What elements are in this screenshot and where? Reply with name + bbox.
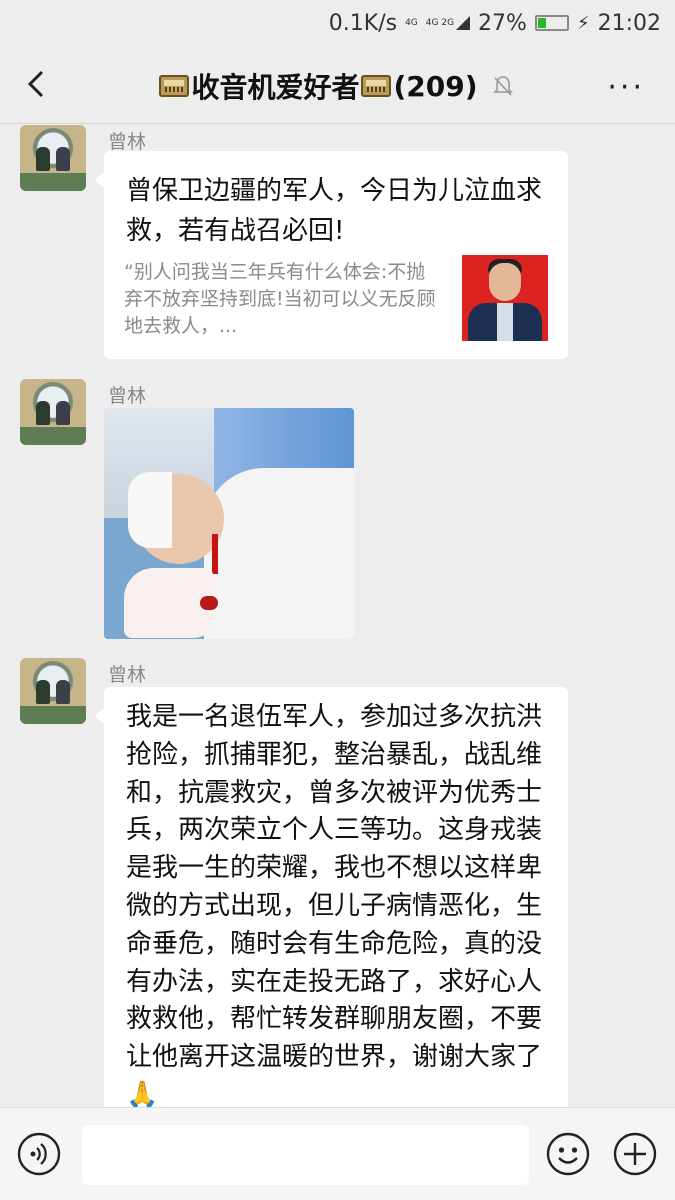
sender-name: 曾林: [108, 131, 147, 153]
signal-bars-icon: [456, 16, 471, 30]
message-item: 曾林 曾保卫边疆的军人，今日为儿泣血求救，若有战召必回! “别人问我当三年兵有什…: [0, 125, 675, 365]
link-title: 曾保卫边疆的军人，今日为儿泣血求救，若有战召必回!: [126, 176, 543, 246]
network-speed: 0.1K/s: [328, 10, 398, 36]
link-thumbnail: [462, 255, 548, 341]
avatar[interactable]: [20, 125, 86, 191]
voice-icon: [17, 1132, 61, 1176]
message-text: 我是一名退伍军人，参加过多次抗洪抢险，抓捕罪犯，整治暴乱，战乱维和，抗震救灾，曾…: [126, 702, 543, 1107]
member-count: (209): [393, 69, 478, 103]
chat-title: 收音机爱好者 (209): [0, 66, 675, 106]
text-bubble[interactable]: 我是一名退伍军人，参加过多次抗洪抢险，抓捕罪犯，整治暴乱，战乱维和，抗震救灾，曾…: [95, 687, 568, 1107]
sender-name: 曾林: [108, 385, 147, 407]
emoji-icon: [546, 1132, 590, 1176]
network-type-2: 4G 2G: [425, 18, 455, 28]
charging-icon: ⚡: [576, 12, 590, 34]
signal-icon-1: 4G: [405, 18, 418, 28]
radio-icon: [361, 75, 392, 97]
voice-button[interactable]: [16, 1131, 62, 1177]
radio-icon: [159, 75, 190, 97]
link-description: “别人问我当三年兵有什么体会:不抛弃不放弃坚持到底!当初可以义无反顾地去救人，.…: [124, 261, 436, 337]
clock: 21:02: [597, 10, 661, 36]
network-type-1: 4G: [405, 18, 418, 28]
signal-icon-2: 4G 2G: [425, 16, 471, 30]
status-icons: 0.1K/s 4G 4G 2G 27% ⚡ 21:02: [329, 8, 661, 38]
chat-header: 收音机爱好者 (209) ···: [0, 46, 675, 124]
avatar[interactable]: [20, 379, 86, 445]
more-button[interactable]: ···: [607, 70, 645, 105]
group-name: 收音机爱好者: [191, 71, 360, 104]
message-list[interactable]: 曾林 曾保卫边疆的军人，今日为儿泣血求救，若有战召必回! “别人问我当三年兵有什…: [0, 125, 675, 1107]
battery-icon: [534, 15, 569, 31]
message-item: 曾林: [0, 379, 675, 649]
battery-fill: [537, 18, 546, 28]
plus-icon: [613, 1132, 657, 1176]
message-input[interactable]: [82, 1125, 529, 1185]
avatar[interactable]: [20, 658, 86, 724]
status-bar: 0.1K/s 4G 4G 2G 27% ⚡ 21:02: [0, 0, 675, 46]
input-bar: [0, 1107, 675, 1200]
bell-muted-icon: [492, 76, 513, 96]
sender-name: 曾林: [108, 664, 147, 686]
battery-percent: 27%: [478, 10, 527, 36]
add-button[interactable]: [612, 1131, 658, 1177]
message-item: 曾林 我是一名退伍军人，参加过多次抗洪抢险，抓捕罪犯，整治暴乱，战乱维和，抗震救…: [0, 658, 675, 1107]
message-image[interactable]: [104, 408, 354, 639]
emoji-button[interactable]: [545, 1131, 591, 1177]
link-card[interactable]: 曾保卫边疆的军人，今日为儿泣血求救，若有战召必回! “别人问我当三年兵有什么体会…: [95, 151, 568, 359]
